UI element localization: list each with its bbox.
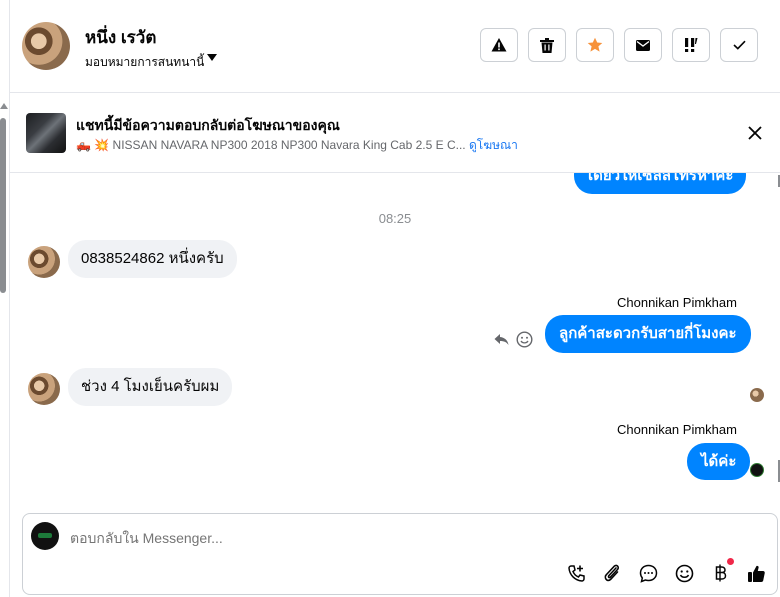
delete-button[interactable] [528, 28, 566, 62]
chat-bubble-icon [639, 564, 657, 583]
star-icon [587, 37, 603, 52]
warning-icon [491, 38, 507, 52]
follow-up-button[interactable] [672, 28, 710, 62]
follow-up-icon [685, 38, 698, 52]
react-emoji-icon[interactable] [516, 331, 533, 348]
phone-plus-icon [567, 564, 585, 582]
like-button[interactable] [745, 562, 767, 584]
seen-avatar [750, 388, 764, 402]
banner-bottom-divider [10, 172, 777, 173]
left-panel-edge [0, 0, 10, 597]
payment-button[interactable] [709, 562, 731, 584]
thumbs-up-icon [747, 565, 765, 582]
page-seen-avatar [750, 463, 764, 477]
reply-input[interactable] [70, 530, 750, 546]
trash-icon [540, 37, 554, 53]
scroll-up-arrow[interactable] [0, 103, 8, 109]
smiley-icon [675, 564, 693, 582]
mail-icon [636, 39, 650, 51]
message-timestamp: 08:25 [378, 211, 412, 226]
spam-button[interactable] [480, 28, 518, 62]
star-button[interactable] [576, 28, 614, 62]
contact-avatar-small[interactable] [28, 246, 60, 278]
ad-description-text: 🛻 💥 NISSAN NAVARA NP300 2018 NP300 Navar… [76, 136, 518, 155]
attach-button[interactable] [601, 562, 623, 584]
page-logo [38, 533, 52, 538]
left-scrollbar-thumb[interactable] [0, 118, 6, 293]
contact-avatar[interactable] [22, 22, 70, 70]
assign-conversation-label[interactable]: มอบหมายการสนทนานี้ [85, 53, 204, 72]
message-composer [22, 513, 778, 595]
ad-emoji-text: 🛻 💥 [76, 138, 110, 152]
outgoing-message-2[interactable]: ได้ค่ะ [687, 443, 751, 480]
ad-thumbnail-image[interactable] [26, 113, 66, 153]
view-ad-link-text[interactable]: ดูโฆษณา [469, 138, 518, 152]
incoming-message[interactable]: 0838524862 หนึ่งครับ [68, 240, 237, 278]
contact-name[interactable]: หนึ่ง เรวัต [85, 24, 156, 51]
call-button[interactable] [565, 562, 587, 584]
baht-icon [715, 564, 727, 582]
saved-replies-button[interactable] [637, 562, 659, 584]
emoji-button[interactable] [673, 562, 695, 584]
dismiss-banner-icon[interactable] [746, 124, 764, 142]
ad-car-title-text: NISSAN NAVARA NP300 2018 NP300 Navara Ki… [109, 138, 466, 152]
mark-done-button[interactable] [720, 28, 758, 62]
outgoing-message[interactable]: ลูกค้าสะดวกรับสายกี่โมงคะ [545, 315, 751, 353]
check-icon [732, 40, 746, 50]
contact-avatar-small-2[interactable] [28, 373, 60, 405]
chevron-down-icon[interactable] [207, 54, 217, 61]
mark-unread-button[interactable] [624, 28, 662, 62]
sender-name-2: Chonnikan Pimkham [617, 422, 737, 437]
sender-name: Chonnikan Pimkham [617, 295, 737, 310]
incoming-message-2[interactable]: ช่วง 4 โมงเย็นครับผม [68, 368, 233, 406]
paperclip-icon [604, 564, 620, 582]
reply-icon[interactable] [494, 333, 509, 346]
notification-dot [727, 558, 734, 565]
ad-reply-title-text: แชทนี้มีข้อความตอบกลับต่อโฆษณาของคุณ [76, 117, 340, 133]
